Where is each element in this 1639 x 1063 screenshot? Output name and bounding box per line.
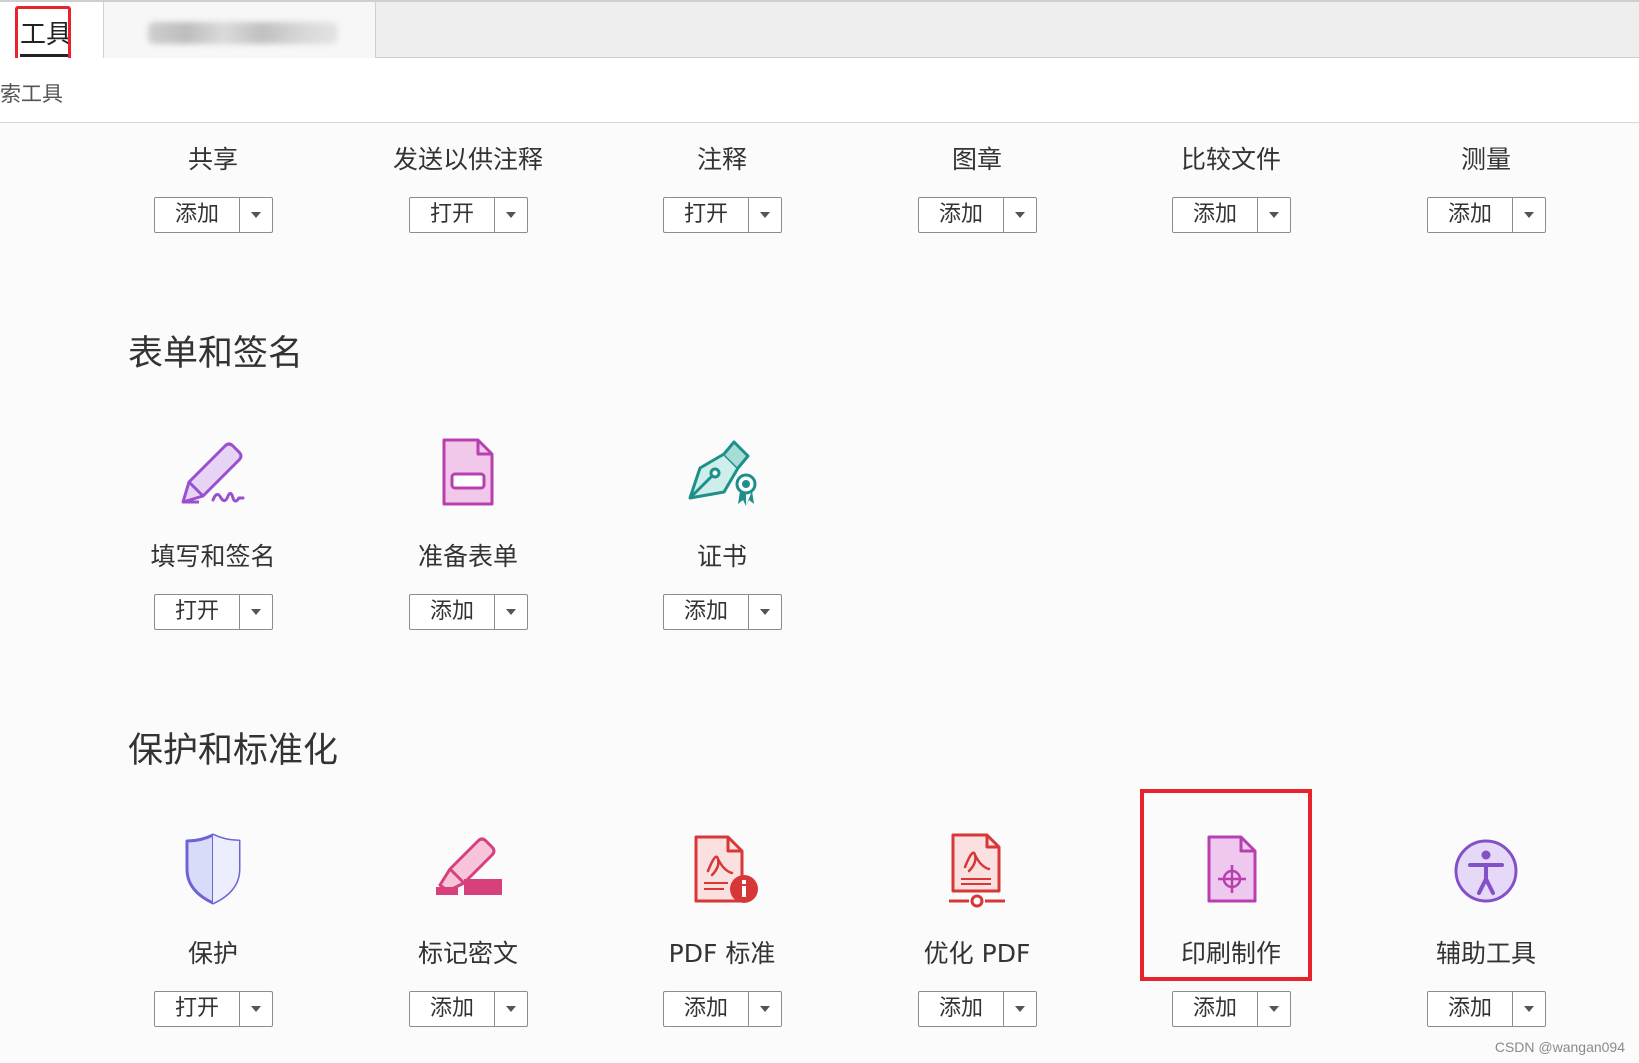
tool-name-protect: 保护 [187,939,238,968]
share-add-button[interactable]: 添加 [154,197,273,233]
tool-name-pdf-standards: PDF 标准 [668,939,776,968]
dropdown-arrow-icon[interactable] [1258,198,1290,232]
dropdown-arrow-icon[interactable] [495,198,527,232]
comment-open-button[interactable]: 打开 [663,197,782,233]
redact-add-button[interactable]: 添加 [409,991,528,1027]
tool-name-prepare-form: 准备表单 [417,542,518,571]
tab-bar: 工具 [0,0,1639,62]
prepare-form-add-button[interactable]: 添加 [409,594,528,630]
dropdown-arrow-icon[interactable] [240,595,272,629]
button-label[interactable]: 添加 [664,992,748,1026]
tool-name-comment: 注释 [696,145,747,174]
button-label[interactable]: 添加 [410,595,494,629]
button-label[interactable]: 添加 [664,595,748,629]
blurred-document-title [148,22,338,44]
dropdown-arrow-icon[interactable] [1258,992,1290,1026]
dropdown-arrow-icon[interactable] [749,595,781,629]
dropdown-arrow-icon[interactable] [495,595,527,629]
protect-open-button[interactable]: 打开 [154,991,273,1027]
accessibility-icon[interactable] [1446,829,1526,909]
dropdown-arrow-icon[interactable] [1513,992,1545,1026]
button-label[interactable]: 添加 [155,198,239,232]
dropdown-arrow-icon[interactable] [495,992,527,1026]
optimize-pdf-icon[interactable] [937,829,1017,909]
tool-name-optimize-pdf: 优化 PDF [923,939,1031,968]
redact-icon[interactable] [428,829,508,909]
fill-sign-open-button[interactable]: 打开 [154,594,273,630]
section-title-forms-signatures: 表单和签名 [128,334,304,374]
accessibility-add-button[interactable]: 添加 [1427,991,1546,1027]
section-title-protect-standardize: 保护和标准化 [128,731,339,771]
button-label[interactable]: 添加 [410,992,494,1026]
pdf-standards-add-button[interactable]: 添加 [663,991,782,1027]
send-for-comments-open-button[interactable]: 打开 [409,197,528,233]
tool-name-compare-files: 比较文件 [1180,145,1281,174]
tool-name-measure: 测量 [1460,145,1511,174]
button-label[interactable]: 打开 [664,198,748,232]
button-label[interactable]: 打开 [155,992,239,1026]
button-label[interactable]: 添加 [1428,198,1512,232]
button-label[interactable]: 打开 [410,198,494,232]
dropdown-arrow-icon[interactable] [240,992,272,1026]
measure-add-button[interactable]: 添加 [1427,197,1546,233]
tool-name-share: 共享 [187,145,238,174]
tool-name-redact: 标记密文 [417,939,518,968]
pdf-standards-icon[interactable] [682,829,762,909]
print-production-add-button[interactable]: 添加 [1172,991,1291,1027]
dropdown-arrow-icon[interactable] [749,198,781,232]
compare-files-add-button[interactable]: 添加 [1172,197,1291,233]
prepare-form-icon[interactable] [428,432,508,512]
search-tools-label: 索工具 [0,82,63,106]
search-tools-row[interactable]: 索工具 [0,58,1639,123]
annotation-highlight-print-production [1140,789,1312,981]
tool-name-send-for-comments: 发送以供注释 [392,145,543,174]
button-label[interactable]: 添加 [1173,992,1257,1026]
tab-document[interactable] [104,2,376,58]
certificates-add-button[interactable]: 添加 [663,594,782,630]
stamp-add-button[interactable]: 添加 [918,197,1037,233]
dropdown-arrow-icon[interactable] [1004,992,1036,1026]
certificate-icon[interactable] [682,432,762,512]
button-label[interactable]: 添加 [1173,198,1257,232]
button-label[interactable]: 添加 [919,992,1003,1026]
dropdown-arrow-icon[interactable] [1004,198,1036,232]
button-label[interactable]: 添加 [919,198,1003,232]
dropdown-arrow-icon[interactable] [240,198,272,232]
dropdown-arrow-icon[interactable] [749,992,781,1026]
tool-name-fill-sign: 填写和签名 [150,542,276,571]
tool-name-certificates: 证书 [696,542,747,571]
watermark: CSDN @wangan094 [1494,1039,1625,1055]
annotation-highlight-tools-tab [15,6,71,62]
optimize-pdf-add-button[interactable]: 添加 [918,991,1037,1027]
button-label[interactable]: 添加 [1428,992,1512,1026]
button-label[interactable]: 打开 [155,595,239,629]
tool-name-stamp: 图章 [951,145,1002,174]
fill-sign-icon[interactable] [173,432,253,512]
tool-name-accessibility: 辅助工具 [1435,939,1536,968]
shield-icon[interactable] [173,829,253,909]
dropdown-arrow-icon[interactable] [1513,198,1545,232]
